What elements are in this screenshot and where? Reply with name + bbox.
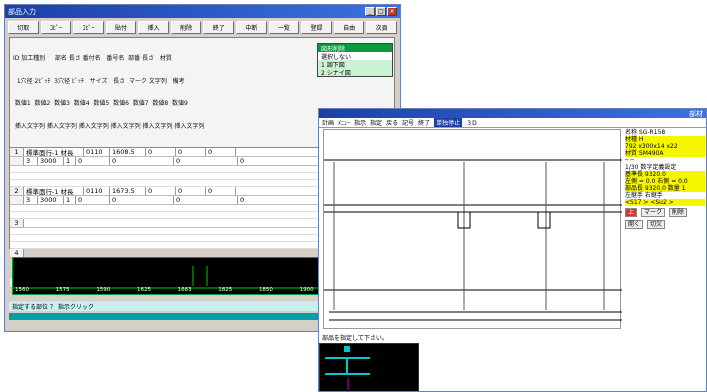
prop-line[interactable]: 左側 = 0.0 右側 = 0.0	[625, 178, 705, 185]
cell[interactable]: 1608.5	[110, 148, 146, 156]
prop-line[interactable]: 基準長 9320.0	[625, 171, 705, 178]
cell[interactable]: 0	[176, 187, 206, 195]
cell[interactable]: 0	[176, 148, 206, 156]
prop-line: 名称 SG-R158	[625, 129, 666, 136]
tag-button[interactable]: 削除	[668, 208, 687, 217]
ruler-label: 1560	[15, 287, 29, 293]
menu-item[interactable]: 記号	[402, 118, 414, 127]
titlebar[interactable]: 部品入力 _ □ ×	[5, 5, 400, 18]
prop-line: 1/30 数字定義設定	[625, 164, 677, 171]
titlebar[interactable]: 部材	[319, 109, 706, 118]
cell[interactable]: 0	[110, 157, 174, 165]
cell[interactable]: 0	[146, 187, 176, 195]
prop-line[interactable]: 材質 SM490A	[625, 150, 705, 157]
menu-item[interactable]: ３D	[466, 118, 477, 127]
cell[interactable]: 3	[24, 196, 38, 204]
dropdown-item[interactable]: 2 シナイ図	[318, 68, 392, 77]
cell[interactable]: 1	[64, 196, 76, 204]
header-line: 1穴径 2ﾋﾟｯﾁ 3穴径 ﾋﾟｯﾁ サイズ 長さ マーク 文字列 備考	[13, 77, 185, 85]
cell[interactable]: 0110	[84, 187, 110, 195]
window-title: 部品入力	[8, 7, 36, 16]
prop-line: 左継手 右継手	[625, 192, 663, 199]
cell[interactable]: 0	[206, 187, 236, 195]
row-number: 1	[10, 148, 24, 156]
action-row: 開く 切欠	[625, 220, 705, 229]
prop-line: ─ ─	[625, 157, 635, 164]
tag-row: 上 マーク 削除	[625, 208, 705, 217]
prop-line[interactable]: 部品長 9320.0 数量 1	[625, 185, 705, 192]
cell[interactable]: 0	[174, 157, 238, 165]
cell[interactable]: 0	[206, 148, 236, 156]
row-number	[10, 196, 24, 204]
prop-line[interactable]: <S17 > <Su2 >	[625, 199, 705, 206]
tag-button[interactable]: 上	[625, 208, 638, 217]
row-number: 2	[10, 187, 24, 195]
tb-btn-5[interactable]: 削除	[170, 21, 202, 34]
prompt-bar: 部品を指定して下さい。	[319, 333, 706, 342]
close-icon[interactable]: ×	[387, 7, 397, 16]
ruler-label: 1825	[218, 287, 233, 293]
row-number: 3	[10, 219, 24, 227]
cell[interactable]: 標準面行-1 材長	[24, 187, 84, 195]
section-graphic	[325, 346, 370, 390]
ruler-label: 1850	[258, 287, 273, 293]
prop-line[interactable]: 792 x300x14 x22	[625, 143, 705, 150]
cell[interactable]: 0110	[84, 148, 110, 156]
section-canvas[interactable]	[319, 343, 419, 391]
ruler-label: 1625	[136, 287, 151, 293]
tb-btn-6[interactable]: 終了	[203, 21, 235, 34]
cell[interactable]: 3000	[38, 196, 64, 204]
cell[interactable]: 0	[76, 196, 110, 204]
header-line: 数値1 数値2 数値3 数値4 数値5 数値6 数値7 数値8 数値9	[13, 100, 188, 107]
member-window: 部材 計画 ﾒﾆｭｰ 指示 指定 戻る 記号 終了 単独停止 ３D 名称 SG-…	[318, 108, 707, 392]
status-text: 指定する部位 ？ 指示クリック	[12, 304, 94, 311]
cell[interactable]: 1	[64, 157, 76, 165]
ruler-label: 1900	[299, 287, 314, 293]
tb-btn-4[interactable]: 挿入	[138, 21, 169, 34]
row-number	[10, 157, 24, 165]
cut-button[interactable]: 切欠	[646, 220, 665, 229]
toolbar: 切取 ｺﾋﾟｰ ｺﾋﾟｰ 貼付 挿入 削除 終了 中断 一覧 登録 自由 次頁	[5, 18, 400, 36]
cell[interactable]: 0	[174, 196, 238, 204]
menu-item-selected[interactable]: 単独停止	[434, 118, 463, 127]
tb-btn-9[interactable]: 登録	[301, 21, 332, 34]
prop-line[interactable]: 材種 H	[625, 136, 705, 143]
cell[interactable]: 3	[24, 157, 38, 165]
beam-drawing	[324, 159, 622, 321]
cell[interactable]: 0	[76, 157, 110, 165]
open-button[interactable]: 開く	[625, 220, 644, 229]
tb-btn-10[interactable]: 自由	[333, 21, 365, 34]
row-number: 4	[10, 249, 24, 257]
cell[interactable]: 0	[110, 196, 174, 204]
tb-btn-3[interactable]: 貼付	[105, 21, 137, 34]
properties-panel: 名称 SG-R158 材種 H 792 x300x14 x22 材質 SM490…	[625, 129, 705, 253]
cell[interactable]: 1673.5	[110, 187, 146, 195]
menu-item[interactable]: ﾒﾆｭｰ	[338, 118, 350, 127]
menu-item[interactable]: 計画	[322, 118, 334, 127]
tb-btn-1[interactable]: ｺﾋﾟｰ	[40, 21, 72, 34]
window-title: 部材	[689, 109, 703, 118]
tag-button[interactable]: マーク	[640, 208, 665, 217]
drawing-area[interactable]	[323, 129, 622, 329]
ruler-label: 1663	[177, 287, 192, 293]
tb-btn-8[interactable]: 一覧	[268, 21, 300, 34]
menu-bar: 計画 ﾒﾆｭｰ 指示 指定 戻る 記号 終了 単独停止 ３D	[319, 118, 706, 128]
maximize-icon[interactable]: □	[376, 7, 386, 16]
type-dropdown[interactable]: 図形削除 選択しない 1 調下図 2 シナイ図	[317, 43, 393, 77]
prompt-text: 部品を指定して下さい。	[322, 334, 388, 342]
cell[interactable]: 標準面行-1 材長	[24, 148, 84, 156]
menu-item[interactable]: 指示	[354, 118, 366, 127]
tb-btn-2[interactable]: ｺﾋﾟｰ	[73, 21, 104, 34]
cell[interactable]: 0	[146, 148, 176, 156]
minimize-icon[interactable]: _	[365, 7, 375, 16]
ruler-label: 1575	[55, 287, 70, 293]
tb-btn-7[interactable]: 中断	[236, 21, 267, 34]
menu-item[interactable]: 戻る	[386, 118, 398, 127]
tb-btn-11[interactable]: 次頁	[366, 21, 397, 34]
ruler-label: 1590	[96, 287, 111, 293]
tb-btn-0[interactable]: 切取	[8, 21, 39, 34]
menu-item[interactable]: 終了	[418, 118, 430, 127]
cell[interactable]: 3000	[38, 157, 64, 165]
menu-item[interactable]: 指定	[370, 118, 382, 127]
